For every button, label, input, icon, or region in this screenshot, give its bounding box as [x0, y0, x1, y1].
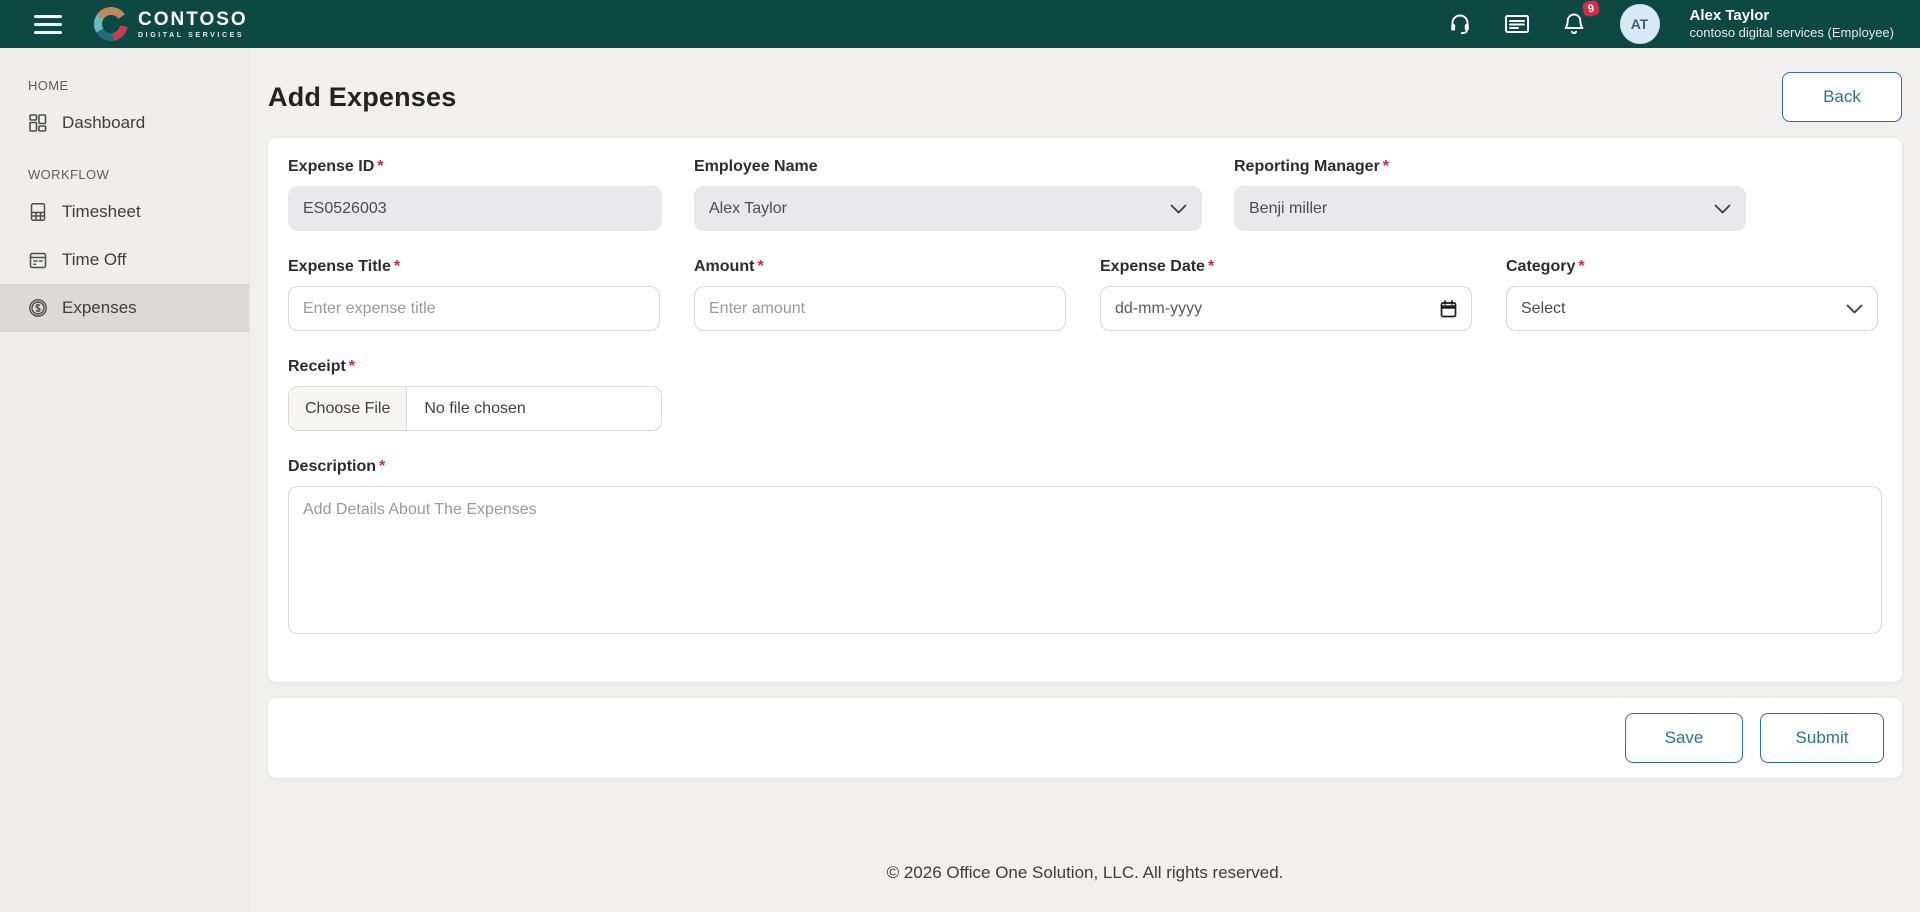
required-marker: * — [1578, 258, 1584, 275]
user-info[interactable]: Alex Taylor contoso digital services (Em… — [1690, 7, 1894, 42]
page-title: Add Expenses — [268, 82, 456, 113]
user-org-role: contoso digital services (Employee) — [1690, 25, 1894, 41]
employee-name-select[interactable]: Alex Taylor — [694, 186, 1202, 231]
description-textarea[interactable] — [288, 486, 1882, 634]
copyright-text: © 2026 Office One Solution, LLC. All rig… — [268, 863, 1902, 883]
main-content: Add Expenses Back Expense ID* Employee N… — [250, 48, 1920, 912]
contoso-logo-icon — [94, 7, 128, 41]
file-status-text: No file chosen — [407, 387, 542, 430]
sidebar-item-timesheet[interactable]: Timesheet — [0, 188, 249, 236]
reporting-manager-label: Reporting Manager* — [1234, 158, 1746, 176]
sidebar-item-expenses[interactable]: Expenses — [0, 284, 249, 332]
user-name: Alex Taylor — [1690, 7, 1894, 26]
category-label: Category* — [1506, 258, 1878, 276]
save-button[interactable]: Save — [1625, 713, 1743, 763]
dollar-coin-icon — [28, 298, 48, 318]
headset-support-icon[interactable] — [1446, 10, 1474, 38]
timesheet-document-icon — [28, 202, 48, 222]
employee-name-label: Employee Name — [694, 158, 1202, 176]
category-select[interactable]: Select — [1506, 286, 1878, 331]
menu-icon[interactable] — [30, 11, 66, 38]
brand-logo: CONTOSO DIGITAL SERVICES — [94, 7, 248, 41]
required-marker: * — [1208, 258, 1214, 275]
expense-date-input[interactable]: dd-mm-yyyy — [1100, 286, 1472, 331]
chevron-down-icon — [1714, 204, 1731, 214]
notification-count-badge: 9 — [1582, 0, 1600, 17]
expense-id-label: Expense ID* — [288, 158, 662, 176]
expense-form-card: Expense ID* Employee Name Alex Taylor Re… — [268, 138, 1902, 682]
description-label: Description* — [288, 458, 1882, 476]
sidebar-item-time-off[interactable]: Time Off — [0, 236, 249, 284]
sidebar-item-dashboard[interactable]: Dashboard — [0, 99, 249, 147]
required-marker: * — [394, 258, 400, 275]
expense-title-label: Expense Title* — [288, 258, 660, 276]
amount-input[interactable] — [694, 286, 1066, 331]
sidebar-section-home: HOME — [28, 78, 249, 93]
form-actions-card: Save Submit — [268, 698, 1902, 778]
expense-date-label: Expense Date* — [1100, 258, 1472, 276]
required-marker: * — [377, 158, 383, 175]
sidebar: HOME Dashboard WORKFLOW Timesheet — [0, 48, 250, 912]
required-marker: * — [379, 458, 385, 475]
calendar-icon — [28, 250, 48, 270]
brand-name: CONTOSO — [138, 10, 248, 29]
brand-tagline: DIGITAL SERVICES — [138, 32, 248, 39]
reporting-manager-select[interactable]: Benji miller — [1234, 186, 1746, 231]
sidebar-item-label: Dashboard — [62, 113, 145, 133]
top-bar: CONTOSO DIGITAL SERVICES 9 A — [0, 0, 1920, 48]
sidebar-section-workflow: WORKFLOW — [28, 167, 249, 182]
amount-label: Amount* — [694, 258, 1066, 276]
required-marker: * — [1383, 158, 1389, 175]
chevron-down-icon — [1846, 304, 1863, 314]
choose-file-button[interactable]: Choose File — [289, 387, 407, 430]
sidebar-item-label: Time Off — [62, 250, 126, 270]
sidebar-item-label: Expenses — [62, 298, 137, 318]
sidebar-item-label: Timesheet — [62, 202, 141, 222]
bell-notification-icon[interactable]: 9 — [1560, 9, 1588, 39]
receipt-label: Receipt* — [288, 358, 662, 376]
receipt-file-input[interactable]: Choose File No file chosen — [288, 386, 662, 431]
chevron-down-icon — [1170, 204, 1187, 214]
expense-id-input — [288, 186, 662, 231]
required-marker: * — [757, 258, 763, 275]
dashboard-grid-icon — [28, 113, 48, 133]
expense-title-input[interactable] — [288, 286, 660, 331]
back-button[interactable]: Back — [1782, 72, 1902, 122]
news-feed-icon[interactable] — [1502, 11, 1532, 37]
calendar-date-icon — [1440, 300, 1457, 318]
submit-button[interactable]: Submit — [1760, 713, 1884, 763]
required-marker: * — [349, 358, 355, 375]
user-avatar[interactable]: AT — [1620, 4, 1660, 44]
